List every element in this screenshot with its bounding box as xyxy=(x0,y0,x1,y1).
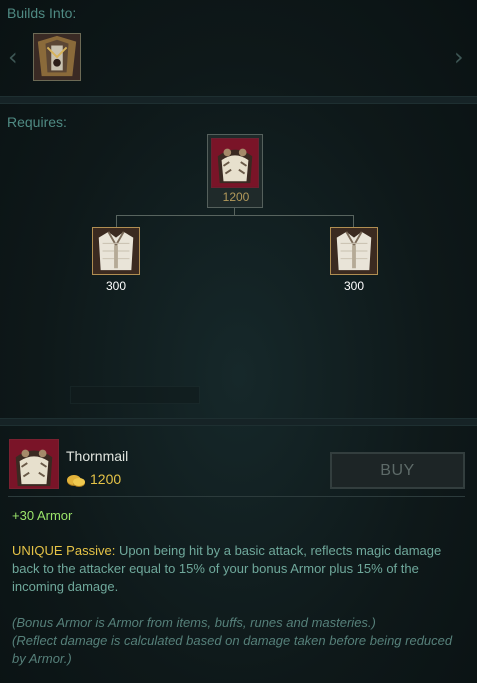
selected-item-icon-frame xyxy=(9,439,59,489)
builds-into-item[interactable] xyxy=(33,33,81,81)
requires-label: Requires: xyxy=(7,114,67,130)
scroll-right-icon[interactable]: › xyxy=(454,45,464,69)
recipe-root-cost: 1200 xyxy=(222,190,250,204)
item-cost: 1200 xyxy=(90,471,122,487)
chain-vest-icon xyxy=(331,228,377,274)
tree-connector xyxy=(116,215,354,216)
thornmail-icon xyxy=(211,138,259,188)
tree-connector xyxy=(116,215,117,227)
item-passive: UNIQUE Passive: Upon being hit by a basi… xyxy=(12,542,467,596)
passive-label: UNIQUE Passive: xyxy=(12,543,116,558)
item-stat: +30 Armor xyxy=(12,508,73,523)
recipe-child-item[interactable] xyxy=(92,227,140,275)
builds-into-label: Builds Into: xyxy=(7,5,77,21)
scroll-left-icon[interactable]: ‹ xyxy=(8,45,18,69)
chain-vest-icon xyxy=(93,228,139,274)
recipe-child-item[interactable] xyxy=(330,227,378,275)
item-name: Thornmail xyxy=(66,448,129,464)
recipe-child-cost: 300 xyxy=(343,279,365,293)
gold-coin-icon xyxy=(66,472,86,488)
tree-connector xyxy=(353,215,354,227)
recipe-child-cost: 300 xyxy=(105,279,127,293)
thornmail-upgrade-icon xyxy=(34,34,80,80)
recipe-root-item[interactable]: 1200 xyxy=(207,134,263,208)
thornmail-icon xyxy=(10,440,58,488)
separator xyxy=(8,496,465,497)
section-divider xyxy=(0,96,477,104)
buy-button[interactable]: BUY xyxy=(330,452,465,489)
item-note: (Bonus Armor is Armor from items, buffs,… xyxy=(12,615,376,630)
item-note: (Reflect damage is calculated based on d… xyxy=(12,633,453,666)
background-panel xyxy=(70,386,200,404)
section-divider xyxy=(0,418,477,426)
